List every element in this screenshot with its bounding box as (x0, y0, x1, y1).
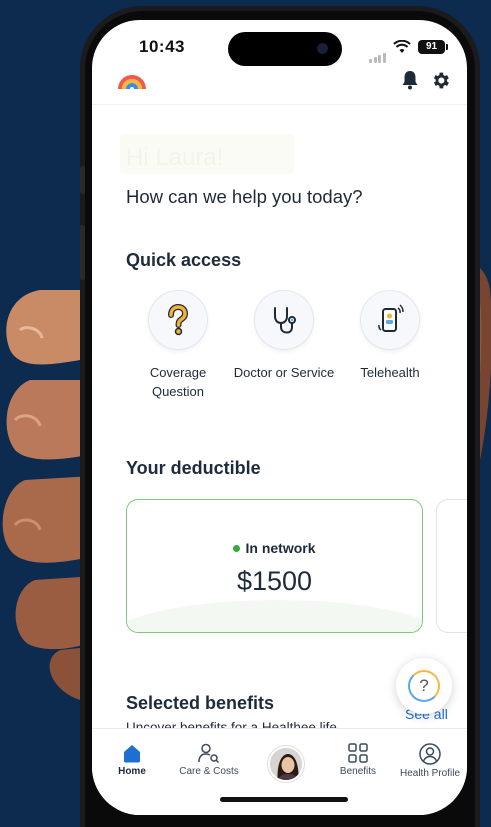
tab-home[interactable]: Home (112, 743, 152, 777)
network-label-text: In network (245, 540, 316, 556)
deductible-amount: $1500 (236, 566, 313, 596)
quick-access-doctor-or-service[interactable]: Doctor or Service (230, 290, 338, 382)
tab-label: Home (118, 766, 146, 777)
header-divider (92, 104, 467, 105)
profile-icon (419, 743, 441, 765)
quick-access-label: Telehealth (360, 365, 420, 380)
silent-switch (80, 166, 85, 194)
home-icon (124, 745, 140, 763)
quick-access-telehealth[interactable]: Telehealth (336, 290, 444, 382)
battery-icon: 91 (418, 40, 448, 54)
greeting-text: Hi Laura! (126, 144, 224, 171)
phone-call-icon (378, 304, 404, 332)
deductible-card[interactable]: In network $1500 (126, 499, 423, 633)
quick-access-label: Doctor or Service (233, 365, 335, 380)
tab-label: Health Profile (399, 768, 461, 779)
app-header (92, 70, 467, 102)
quick-access-label: Coverage Question (149, 365, 207, 399)
help-question-icon: ? (408, 670, 440, 702)
deductible-title: Your deductible (126, 458, 261, 478)
wifi-icon (393, 40, 411, 53)
home-indicator (220, 797, 348, 802)
quick-access-coverage-question[interactable]: Coverage Question (124, 290, 232, 401)
tab-label: Care & Costs (179, 766, 239, 777)
quick-access-title: Quick access (126, 250, 242, 270)
gear-icon[interactable] (430, 70, 451, 91)
tab-care-costs[interactable]: Care & Costs (174, 743, 244, 777)
signal-icon (369, 45, 387, 63)
grid-icon (348, 743, 368, 763)
tab-health-profile[interactable]: Health Profile (398, 743, 462, 779)
bell-icon[interactable] (401, 70, 419, 90)
card-wave-decoration (127, 600, 422, 632)
status-bar: 10:43 91 (92, 20, 467, 70)
avatar[interactable] (268, 746, 304, 782)
network-status-dot (233, 545, 241, 552)
person-search-icon (198, 743, 220, 763)
stethoscope-icon (274, 307, 296, 334)
benefits-title: Selected benefits (126, 693, 275, 713)
dynamic-island (228, 32, 342, 66)
help-prompt: How can we help you today? (126, 186, 363, 207)
telehealth-button[interactable] (360, 290, 420, 350)
app-screen: 10:43 91 Hi Laura! How can we help you t… (92, 20, 467, 815)
status-time: 10:43 (139, 37, 185, 56)
tab-label: Benefits (339, 766, 377, 777)
tab-benefits[interactable]: Benefits (328, 743, 388, 777)
coverage-question-button[interactable] (148, 290, 208, 350)
help-button[interactable]: ? (396, 658, 452, 714)
rainbow-logo-icon (118, 75, 146, 90)
doctor-or-service-button[interactable] (254, 290, 314, 350)
question-icon (168, 304, 189, 336)
volume-up-button (80, 225, 85, 280)
deductible-card-next[interactable] (436, 499, 467, 633)
network-label: In network (127, 540, 422, 556)
